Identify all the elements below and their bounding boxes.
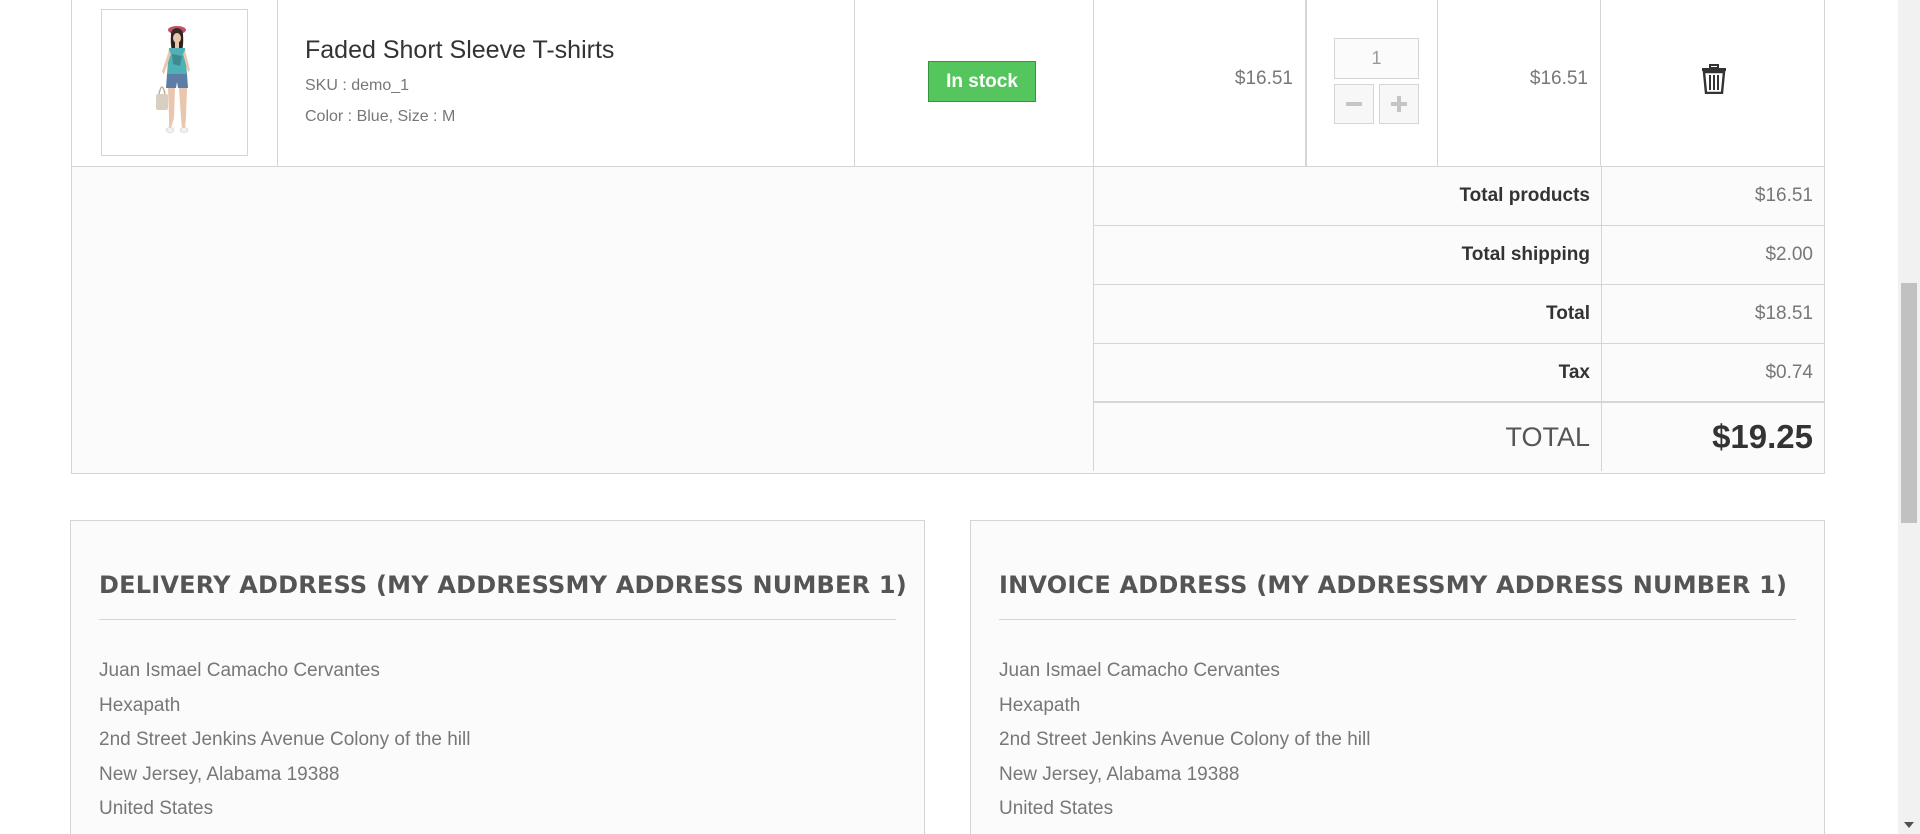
address-company: Hexapath [999, 694, 1081, 716]
grand-total-row: TOTAL $19.25 [1093, 403, 1824, 471]
address-street: 2nd Street Jenkins Avenue Colony of the … [999, 729, 1371, 750]
product-thumbnail[interactable] [101, 9, 248, 156]
grand-total-value: $19.25 [1712, 418, 1813, 455]
line-total: $16.51 [1529, 68, 1588, 89]
address-city-state: New Jersey, Alabama 19388 [999, 763, 1240, 785]
tax-label: Tax [1094, 344, 1602, 401]
product-sku: SKU : demo_1 [305, 77, 410, 94]
grand-total-label: TOTAL [1094, 403, 1602, 471]
address-city-state: New Jersey, Alabama 19388 [99, 763, 340, 785]
product-name-link[interactable]: Faded Short Sleeve T-shirts [305, 36, 614, 65]
address-street: 2nd Street Jenkins Avenue Colony of the … [99, 729, 471, 750]
invoice-address-lines: Juan Ismael Camacho Cervantes Hexapath 2… [999, 654, 1370, 827]
delivery-address-box: DELIVERY ADDRESS (MY ADDRESSMY ADDRESS N… [70, 520, 925, 834]
address-name: Juan Ismael Camacho Cervantes [999, 660, 1280, 681]
total-row: Total $18.51 [1093, 285, 1824, 344]
invoice-address-title: INVOICE ADDRESS (MY ADDRESSMY ADDRESS NU… [999, 571, 1796, 620]
total-shipping-label: Total shipping [1094, 226, 1602, 284]
availability-cell: In stock [855, 0, 1094, 167]
delivery-address-title: DELIVERY ADDRESS (MY ADDRESSMY ADDRESS N… [99, 571, 907, 620]
minus-icon [1346, 102, 1362, 106]
plus-icon [1391, 96, 1407, 112]
tax-value: $0.74 [1765, 362, 1813, 383]
address-country: United States [999, 798, 1114, 819]
total-label: Total [1094, 285, 1602, 343]
unit-price-cell: $16.51 [1094, 0, 1306, 167]
in-stock-badge: In stock [928, 61, 1036, 102]
quantity-decrease-button[interactable] [1334, 84, 1374, 124]
delivery-address-lines: Juan Ismael Camacho Cervantes Hexapath 2… [99, 654, 470, 827]
quantity-cell [1306, 0, 1438, 167]
product-image-cell [72, 0, 278, 167]
total-shipping-row: Total shipping $2.00 [1093, 226, 1824, 285]
total-products-label: Total products [1094, 167, 1602, 225]
cart-product-row: Faded Short Sleeve T-shirts SKU : demo_1… [72, 0, 1824, 167]
product-attributes[interactable]: Color : Blue, Size : M [305, 108, 455, 126]
cart-totals: Total products $16.51 Total shipping $2.… [1093, 167, 1824, 471]
total-products-row: Total products $16.51 [1093, 167, 1824, 226]
quantity-increase-button[interactable] [1379, 84, 1419, 124]
product-photo-image [102, 10, 247, 155]
product-description-cell: Faded Short Sleeve T-shirts SKU : demo_1… [278, 0, 855, 167]
address-company: Hexapath [99, 694, 181, 716]
trash-icon[interactable] [1701, 64, 1727, 94]
scroll-down-arrow-icon[interactable] [1904, 822, 1914, 828]
scrollbar-thumb[interactable] [1901, 283, 1917, 523]
address-country: United States [99, 798, 214, 819]
invoice-address-box: INVOICE ADDRESS (MY ADDRESSMY ADDRESS NU… [970, 520, 1825, 834]
cart-summary-table: Faded Short Sleeve T-shirts SKU : demo_1… [71, 0, 1825, 474]
total-products-value: $16.51 [1754, 185, 1813, 206]
total-shipping-value: $2.00 [1765, 244, 1813, 265]
delete-cell [1601, 0, 1824, 167]
tax-row: Tax $0.74 [1093, 344, 1824, 403]
unit-price: $16.51 [1234, 68, 1293, 89]
address-name: Juan Ismael Camacho Cervantes [99, 660, 380, 681]
quantity-input[interactable] [1334, 38, 1419, 79]
line-total-cell: $16.51 [1438, 0, 1601, 167]
page-scrollbar[interactable] [1898, 0, 1920, 834]
total-value: $18.51 [1754, 303, 1813, 324]
